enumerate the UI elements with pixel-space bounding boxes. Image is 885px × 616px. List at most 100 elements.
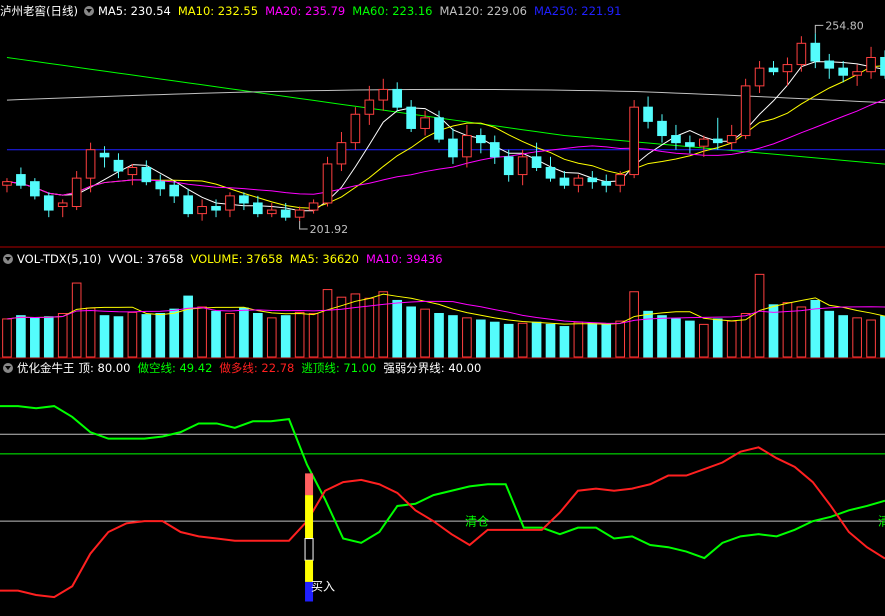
ind-label-1: 做空线: 49.42 [137, 361, 213, 375]
volume-bar [712, 318, 723, 358]
candle-body [629, 106, 639, 176]
indicator-header: 优化金牛王 顶: 80.00 做空线: 49.42 做多线: 22.78 逃顶线: 7… [0, 360, 488, 376]
candle-body [462, 135, 472, 158]
volume-bar [880, 315, 885, 358]
volume-bar [866, 319, 876, 358]
low-marker: 201.92 [310, 223, 349, 236]
candle-body [225, 195, 235, 211]
dropdown-icon[interactable] [3, 254, 13, 264]
volume-header: VOL-TDX(5,10) VVOL: 37658 VOLUME: 37658 MA… [0, 251, 450, 267]
candle-body [253, 202, 263, 215]
candle-body [657, 120, 667, 137]
candle-body [448, 138, 458, 158]
candle-body [294, 209, 305, 218]
price-header: 泸州老窖(日线) MA5: 230.54 MA10: 232.55 MA20: 23… [0, 3, 629, 19]
chart-stage: 254.80 201.92 买入 清仓 清 [0, 19, 885, 602]
candle-body [810, 42, 821, 62]
vol-label-3: MA10: 39436 [365, 252, 443, 266]
candle-body [113, 159, 124, 172]
candle-body [16, 174, 26, 186]
candle-body [211, 206, 221, 211]
volume-bar [266, 317, 277, 358]
volume-bar [726, 320, 737, 358]
candle-body [322, 163, 333, 204]
candle-body [503, 156, 514, 176]
ma120-line [6, 88, 885, 104]
candle-body [406, 106, 416, 129]
dropdown-icon[interactable] [3, 363, 13, 373]
dropdown-icon[interactable] [83, 6, 94, 16]
volume-bar [601, 323, 612, 358]
candle-body [434, 117, 444, 140]
ma-label-4: MA120: 229.06 [439, 4, 527, 18]
volume-title: VOL-TDX(5,10) [17, 252, 102, 266]
candle-body [726, 135, 737, 144]
indicator-labels: 顶: 80.00 做空线: 49.42 做多线: 22.78 逃顶线: 71.00 强弱… [79, 360, 489, 376]
volume-bar [406, 306, 416, 358]
volume-bar [852, 317, 862, 358]
volume-bar [141, 314, 152, 358]
candle-body [30, 181, 40, 197]
high-marker: 254.80 [825, 19, 864, 32]
volume-bar [280, 315, 291, 358]
candle-body [643, 106, 653, 122]
candle-body [573, 177, 584, 186]
volume-bar [308, 313, 319, 358]
candle-body [880, 56, 885, 76]
indicator-title: 优化金牛王 [17, 361, 75, 375]
volume-bar [685, 320, 695, 358]
volume-bar [183, 295, 193, 358]
volume-bar [350, 293, 361, 358]
candle-body [712, 138, 723, 144]
volume-bar [155, 313, 166, 358]
candle-body [85, 149, 96, 179]
volume-bar [462, 317, 472, 358]
candle-body [476, 135, 486, 144]
volume-bar [71, 282, 82, 358]
candle-body [824, 60, 835, 69]
candle-body [183, 195, 193, 215]
volume-bar [754, 273, 765, 358]
ma-label-0: MA5: 230.54 [97, 4, 171, 18]
volume-bar [448, 315, 458, 358]
volume-bar [698, 323, 709, 358]
indicator-panel: 买入 清仓 清 [0, 405, 885, 602]
ind-label-3: 逃顶线: 71.00 [301, 361, 377, 375]
volume-bar [253, 313, 263, 358]
volume-bar [782, 302, 793, 358]
volume-bar [127, 311, 138, 358]
candle-body [364, 99, 375, 115]
volume-bar [322, 289, 333, 358]
candle-body [740, 85, 751, 137]
candle-body [852, 71, 862, 76]
candle-body [517, 156, 528, 176]
ma-label-3: MA60: 223.16 [352, 4, 433, 18]
high-marker-line [814, 24, 824, 34]
candle-body [141, 166, 152, 183]
candle-body [601, 181, 612, 186]
ind-label-4: 强弱分界线: 40.00 [383, 361, 482, 375]
volume-bar [169, 308, 180, 358]
volume-bar [824, 310, 835, 358]
volume-bar [420, 308, 430, 358]
volume-bar [476, 319, 486, 358]
clear-annotation: 清仓 [465, 514, 489, 528]
volume-bar [643, 310, 653, 358]
volume-bar [16, 315, 26, 358]
low-marker-line [299, 220, 308, 230]
candle-body [768, 67, 779, 73]
ma-labels: MA5: 230.54 MA10: 232.55 MA20: 235.79 MA60:… [98, 3, 629, 19]
candle-body [350, 113, 361, 144]
ma-label-5: MA250: 221.91 [533, 4, 622, 18]
volume-bar [434, 313, 444, 358]
candle-body [71, 177, 82, 208]
candle-body [280, 209, 291, 218]
volume-bar [489, 321, 500, 358]
clear-annotation-edge: 清 [878, 514, 885, 528]
volume-bar [2, 318, 12, 358]
vol-ma10-line [6, 300, 885, 324]
volume-bar [838, 315, 849, 358]
candle-body [489, 142, 500, 158]
buy-annotation: 买入 [311, 580, 335, 594]
candle-body [57, 202, 68, 208]
